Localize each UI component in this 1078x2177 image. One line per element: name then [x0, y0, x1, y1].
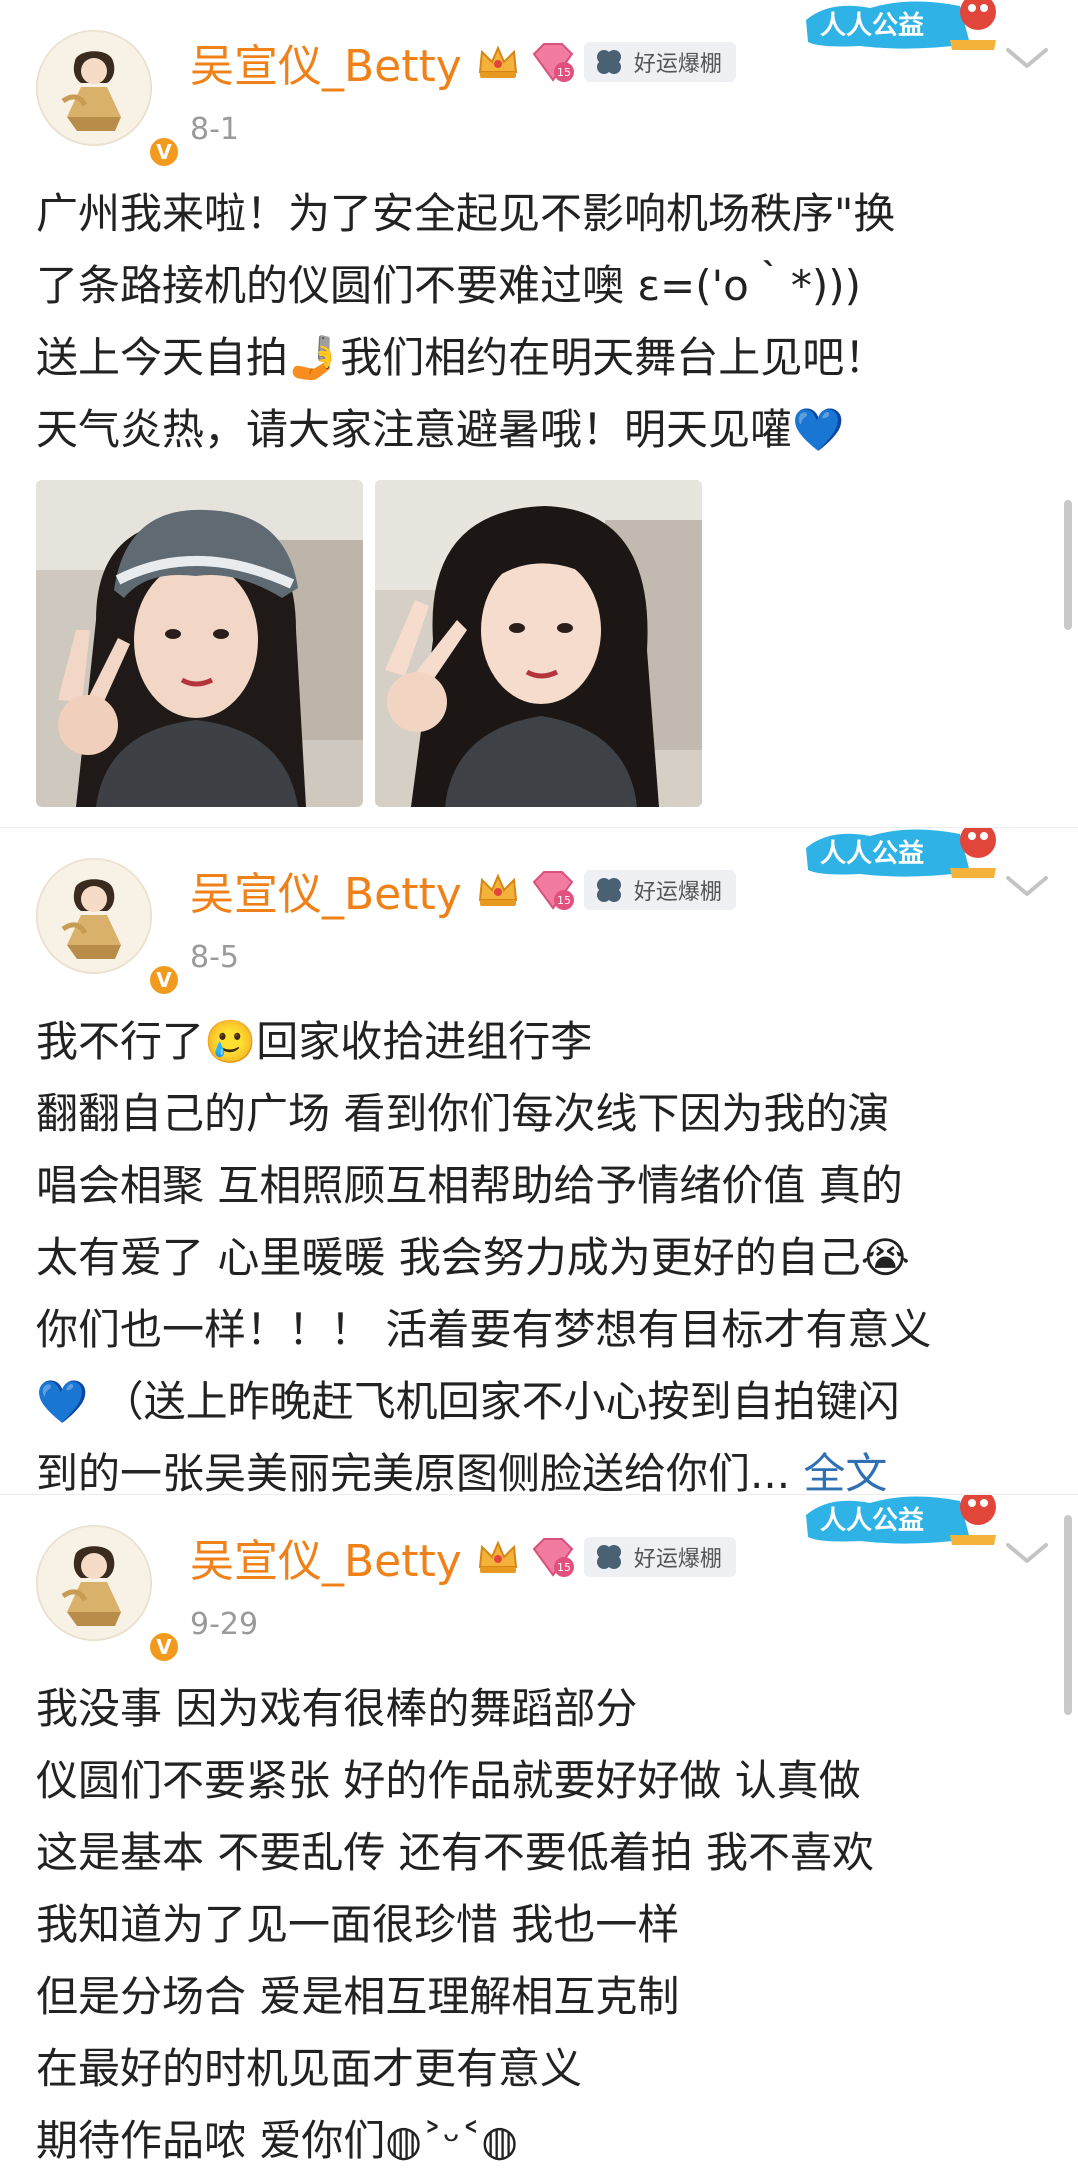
svg-text:15: 15 — [557, 894, 571, 907]
chevron-down-icon[interactable] — [1004, 872, 1050, 900]
level-icon: 15 — [532, 1538, 574, 1577]
username[interactable]: 吴宣仪_Betty — [190, 30, 462, 94]
charity-badge[interactable]: 人人公益 — [800, 0, 1000, 52]
scrollbar-thumb[interactable] — [1064, 500, 1072, 630]
post-text-line: 但是分场合 爱是相互理解相互克制 — [36, 1972, 680, 2021]
verified-icon: V — [147, 963, 181, 997]
post-text-line: 你们也一样！！！ 活着要有梦想有目标才有意义 — [36, 1305, 932, 1354]
post-text-line: 💙 （送上昨晚赶飞机回家不小心按到自拍键闪 — [36, 1377, 900, 1426]
username[interactable]: 吴宣仪_Betty — [190, 1525, 462, 1589]
crown-icon — [478, 1540, 517, 1573]
post-text: 广州我来啦！为了安全起见不影响机场秩序"换 了条路接机的仪圆们不要难过噢 ε=(… — [36, 178, 1046, 466]
post-text: 我不行了🥲回家收拾进组行李 翻翻自己的广场 看到你们每次线下因为我的演 唱会相聚… — [36, 1006, 1046, 1495]
post-text-line: 天气炎热，请大家注意避暑哦！明天见嚾💙 — [36, 405, 845, 454]
scrollbar-thumb[interactable] — [1064, 1515, 1072, 1715]
crown-icon — [478, 873, 517, 906]
post-date: 9-29 — [190, 1607, 259, 1642]
post-text-line: 我知道为了见一面很珍惜 我也一样 — [36, 1900, 680, 1949]
post-date: 8-5 — [190, 940, 239, 975]
crown-icon — [478, 45, 517, 78]
tag-label: 好运爆棚 — [633, 880, 722, 905]
clover-icon — [596, 1545, 621, 1569]
full-text-link[interactable]: 全文 — [803, 1449, 887, 1495]
clover-icon — [596, 878, 621, 902]
avatar[interactable]: V — [36, 30, 181, 169]
chevron-down-icon[interactable] — [1004, 44, 1050, 72]
post-text-line: 到的一张吴美丽完美原图侧脸送给你们... — [36, 1449, 791, 1495]
verified-icon: V — [147, 1630, 181, 1664]
tag-label: 好运爆棚 — [633, 1547, 722, 1572]
avatar[interactable]: V — [36, 858, 181, 997]
charity-badge[interactable]: 人人公益 — [800, 1494, 1000, 1547]
charity-badge-label: 人人公益 — [820, 11, 924, 41]
post-text-line: 期待作品哝 爱你们◍˃ᵕ˂◍ — [36, 2116, 519, 2165]
post-text-line: 太有爱了 心里暖暖 我会努力成为更好的自己😭 — [36, 1233, 910, 1282]
post-text-line: 翻翻自己的广场 看到你们每次线下因为我的演 — [36, 1089, 890, 1138]
level-icon: 15 — [532, 871, 574, 910]
post-text-line: 仪圆们不要紧张 好的作品就要好好做 认真做 — [36, 1756, 861, 1805]
luck-tag[interactable]: 好运爆棚 — [583, 42, 736, 82]
svg-text:15: 15 — [557, 66, 571, 79]
post-text-line: 在最好的时机见面才更有意义 — [36, 2044, 583, 2093]
post-text-line: 了条路接机的仪圆们不要难过噢 ε=('ο｀*))) — [36, 261, 862, 310]
photo-grid — [36, 480, 702, 807]
post-text: 我没事 因为戏有很棒的舞蹈部分 仪圆们不要紧张 好的作品就要好好做 认真做 这是… — [36, 1673, 1046, 2177]
post-text-line: 送上今天自拍🤳我们相约在明天舞台上见吧！ — [36, 333, 887, 382]
post-text-line: 唱会相聚 互相照顾互相帮助给予情绪价值 真的 — [36, 1161, 903, 1210]
tag-label: 好运爆棚 — [633, 52, 722, 77]
charity-badge[interactable]: 人人公益 — [800, 827, 1000, 880]
photo-selfie-with-cap[interactable] — [36, 480, 363, 807]
weibo-post: V 吴宣仪_Betty 15 好运爆棚 8-1 人人公益 广州我来啦！为了安全起… — [0, 0, 1078, 827]
post-text-line: 我不行了🥲回家收拾进组行李 — [36, 1017, 593, 1066]
weibo-post: V 吴宣仪_Betty 15 好运爆棚 9-29 人人公益 我没事 因为戏有很棒… — [0, 1494, 1078, 2177]
charity-badge-label: 人人公益 — [820, 839, 924, 869]
chevron-down-icon[interactable] — [1004, 1539, 1050, 1567]
avatar[interactable]: V — [36, 1525, 181, 1664]
svg-text:15: 15 — [557, 1561, 571, 1574]
post-date: 8-1 — [190, 112, 239, 147]
weibo-post: V 吴宣仪_Betty 15 好运爆棚 8-5 人人公益 我不行了🥲回家收拾进组… — [0, 827, 1078, 1495]
photo-selfie-without-cap[interactable] — [375, 480, 702, 807]
post-text-line: 广州我来啦！为了安全起见不影响机场秩序"换 — [36, 189, 896, 238]
clover-icon — [596, 50, 621, 74]
verified-icon: V — [147, 135, 181, 169]
charity-badge-label: 人人公益 — [820, 1506, 924, 1536]
post-text-line: 这是基本 不要乱传 还有不要低着拍 我不喜欢 — [36, 1828, 875, 1877]
post-text-line-last: 到的一张吴美丽完美原图侧脸送给你们... 全文 — [36, 1438, 1046, 1495]
username[interactable]: 吴宣仪_Betty — [190, 858, 462, 922]
luck-tag[interactable]: 好运爆棚 — [583, 870, 736, 910]
luck-tag[interactable]: 好运爆棚 — [583, 1537, 736, 1577]
level-icon: 15 — [532, 43, 574, 82]
post-text-line: 我没事 因为戏有很棒的舞蹈部分 — [36, 1684, 638, 1733]
